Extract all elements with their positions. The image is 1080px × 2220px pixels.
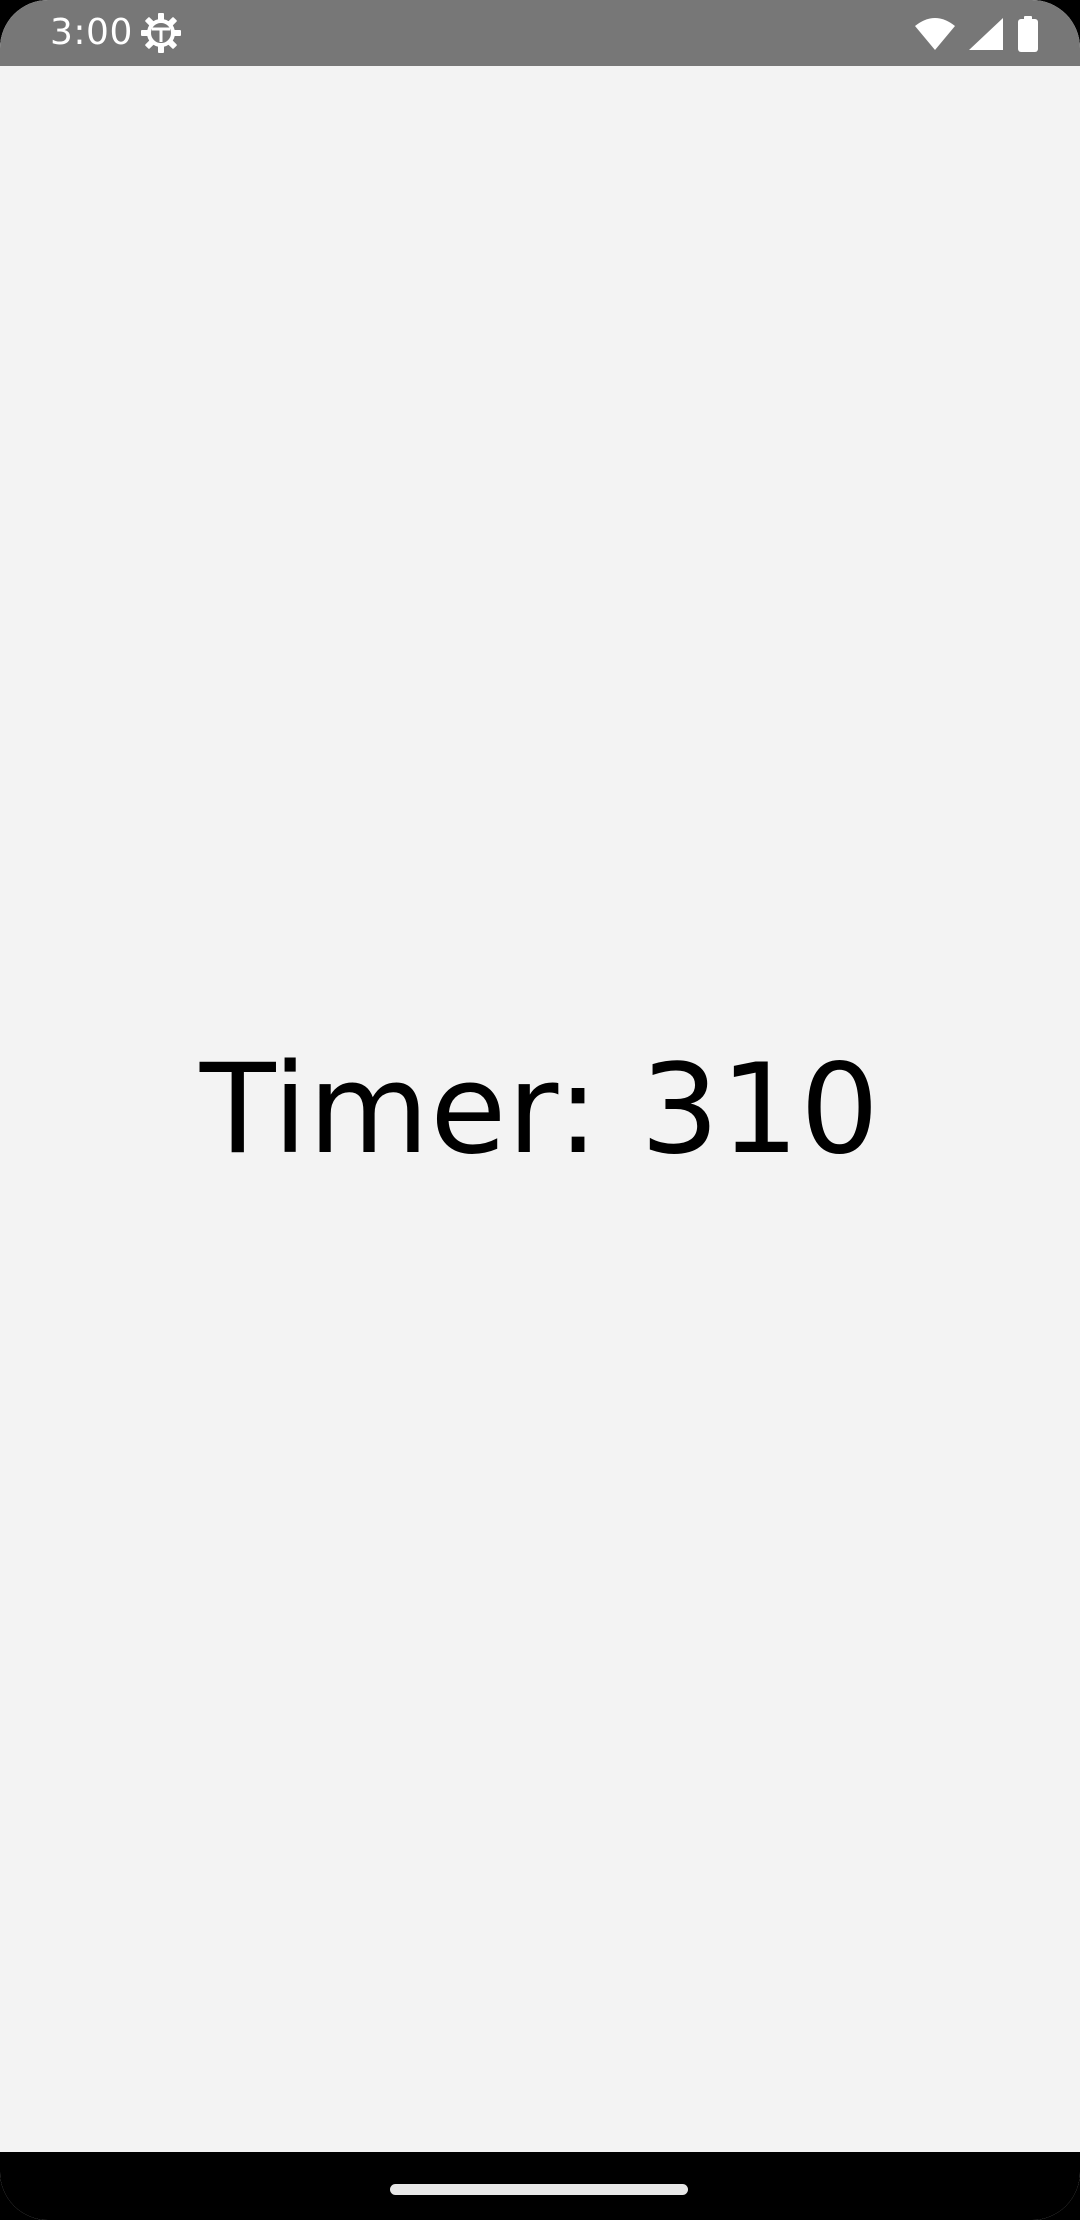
timer-label: Timer: 310 (199, 1038, 881, 1182)
navigation-bar (0, 2152, 1080, 2220)
battery-icon (1016, 16, 1040, 52)
home-gesture-handle[interactable] (390, 2184, 688, 2195)
app-screen: 3:00 Timer: 310 (0, 0, 1080, 2220)
status-icons (914, 14, 1040, 54)
status-time: 3:00 (50, 12, 133, 53)
cellular-signal-icon (968, 17, 1004, 51)
settings-gear-icon (140, 12, 182, 54)
status-bar: 3:00 (0, 0, 1080, 66)
wifi-icon (914, 17, 956, 51)
